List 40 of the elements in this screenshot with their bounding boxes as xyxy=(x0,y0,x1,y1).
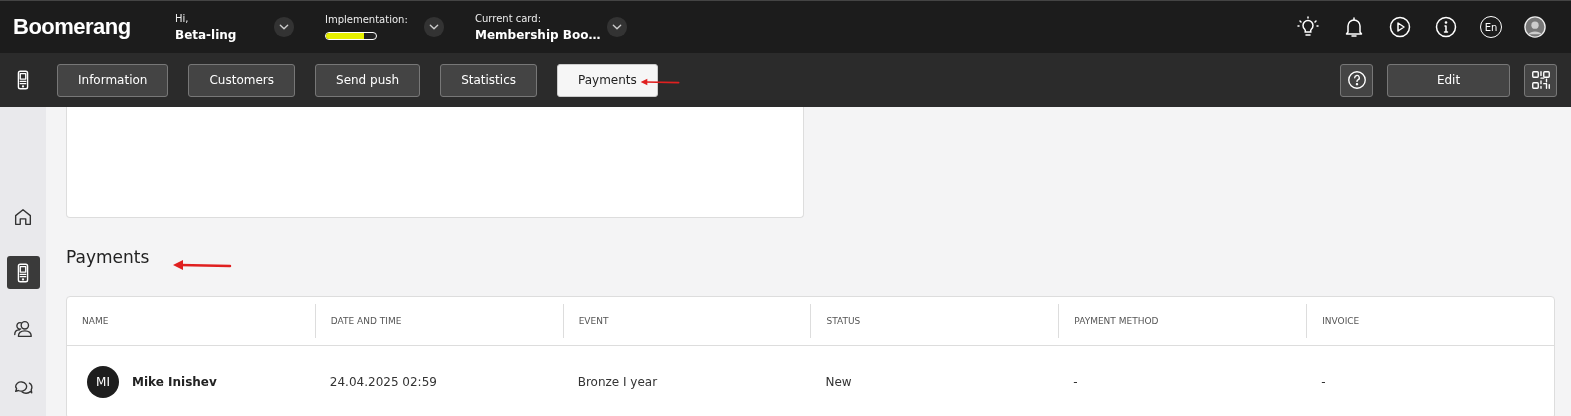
table-cell-text: Bronze I year xyxy=(576,375,659,389)
column-header: INVOICE xyxy=(1306,304,1554,338)
avatar-icon[interactable] xyxy=(1524,16,1546,38)
avatar: MI xyxy=(87,366,119,398)
chevron-down-icon[interactable] xyxy=(273,16,295,38)
column-header: PAYMENT METHOD xyxy=(1058,304,1307,338)
qr-code-icon xyxy=(1529,69,1552,91)
dropdown-label: Implementation: xyxy=(325,14,409,25)
column-header: EVENT xyxy=(562,304,811,338)
lightbulb-icon[interactable] xyxy=(1296,15,1320,39)
table-cell-text: - xyxy=(1320,375,1327,389)
annotation-arrow xyxy=(172,259,232,271)
tab[interactable]: Statistics xyxy=(440,63,537,97)
tab[interactable]: Customers xyxy=(188,63,295,97)
dropdown-label: Current card: xyxy=(475,12,542,24)
table-cell-text: New xyxy=(824,375,853,389)
column-header: DATE AND TIME xyxy=(314,304,563,338)
help-icon xyxy=(1345,69,1368,91)
tab[interactable]: Information xyxy=(57,63,169,97)
play-icon[interactable] xyxy=(1388,15,1412,39)
tab[interactable]: Payments xyxy=(557,63,658,97)
dropdown-label: Hi, xyxy=(175,12,190,24)
sidebar-item[interactable] xyxy=(6,256,40,289)
table-cell-text: - xyxy=(1072,375,1079,389)
chevron-down-icon[interactable] xyxy=(606,16,629,38)
help-button[interactable] xyxy=(1340,63,1373,97)
table-cell-text: 24.04.2025 02:59 xyxy=(328,375,438,389)
column-header: NAME xyxy=(81,315,110,328)
column-header: STATUS xyxy=(810,304,1059,338)
qr-code-button[interactable] xyxy=(1524,63,1557,97)
edit-button[interactable]: Edit xyxy=(1387,63,1510,97)
dropdown-value: Beta-ling xyxy=(175,27,238,42)
logo: Boomerang xyxy=(13,14,132,40)
customer-name: Mike Inishev xyxy=(132,375,217,389)
section-title: Payments xyxy=(66,247,150,267)
dropdown-value: Membership Boo… xyxy=(475,27,602,42)
annotation-arrow xyxy=(640,76,680,88)
info-icon[interactable] xyxy=(1434,15,1458,39)
tab[interactable]: Send push xyxy=(315,63,421,97)
chevron-down-icon[interactable] xyxy=(423,16,445,38)
